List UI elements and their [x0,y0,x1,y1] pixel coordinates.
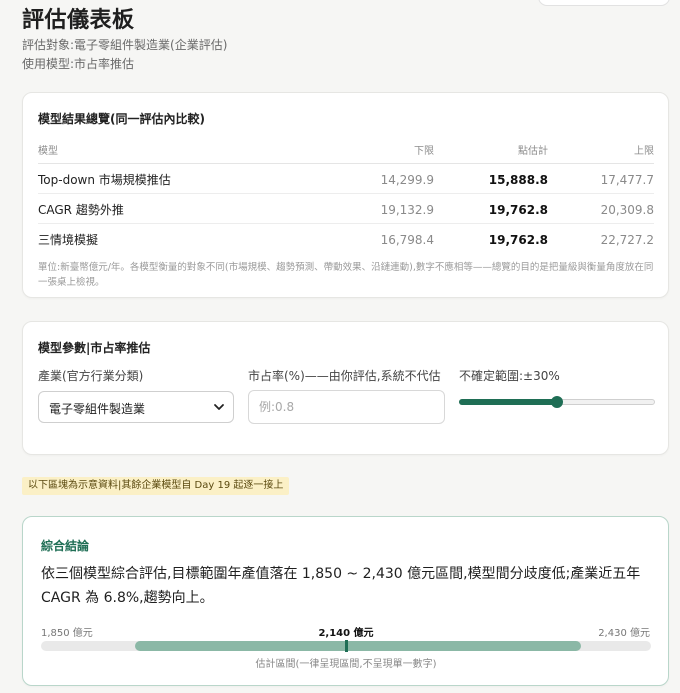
demo-notice-badge: 以下區塊為示意資料|其餘企業模型自 Day 19 起逐一接上 [22,477,290,495]
industry-field: 產業(官方行業分類) 電子零組件製造業 [38,368,234,423]
slider-thumb[interactable] [551,396,563,408]
estimate-range-bar [41,640,651,652]
column-header-model: 模型 [38,142,276,164]
industry-selected-value: 電子零組件製造業 [49,402,146,416]
uncertainty-field: 不確定範圍:±30% [459,368,655,408]
row-model-name: CAGR 趨勢外推 [38,193,276,224]
params-row: 產業(官方行業分類) 電子零組件製造業 市占率(%)——由你評估,系統不代估 不… [38,368,655,458]
table-row: Top-down 市場規模推估 14,299.9 15,888.8 17,477… [38,163,654,194]
table-row: CAGR 趨勢外推 19,132.9 19,762.8 20,309.8 [38,193,654,224]
share-input[interactable] [248,390,445,424]
top-control[interactable] [538,0,670,6]
uncertainty-label: 不確定範圍:±30% [459,369,560,383]
estimate-range-band [134,641,581,651]
column-header-low: 下限 [276,142,434,164]
row-high: 17,477.7 [548,163,654,194]
conclusion-title: 綜合結論 [41,539,90,553]
range-caption: 估計區間(一律呈現區間,不呈現單一數字) [255,659,437,670]
share-field: 市占率(%)——由你評估,系統不代估 [248,368,445,424]
conclusion-body: 依三個模型綜合評估,目標範圍年產值落在 1,850 ~ 2,430 億元區間,模… [41,566,641,606]
summary-table: 模型 下限 點估計 上限 Top-down 市場規模推估 14,299.9 15… [38,142,654,254]
range-high-label: 2,430 億元 [598,628,650,639]
point-estimate-marker [345,640,348,652]
params-title: 模型參數|市占率推估 [38,341,151,355]
chevron-down-icon [214,404,224,410]
row-point: 15,888.8 [434,163,548,194]
summary-card: 模型結果總覽(同一評估內比較) 模型 下限 點估計 上限 Top-down 市場… [22,92,669,298]
range-labels: 1,850 億元 2,140 億元 2,430 億元 [41,624,650,639]
model-used: 使用模型:市占率推估 [22,57,135,71]
table-header-row: 模型 下限 點估計 上限 [38,142,654,164]
row-low: 16,798.4 [380,232,434,247]
row-low: 19,132.9 [276,193,434,224]
range-low-label: 1,850 億元 [41,628,93,639]
column-header-point: 點估計 [434,142,548,164]
row-high: 22,727.2 [600,232,654,247]
row-point: 19,762.8 [488,232,548,247]
slider-fill [459,399,557,405]
industry-label: 產業(官方行業分類) [38,369,144,383]
params-card: 模型參數|市占率推估 產業(官方行業分類) 電子零組件製造業 市占率(%)——由… [22,321,669,455]
uncertainty-slider[interactable] [459,396,655,408]
row-low: 14,299.9 [276,163,434,194]
summary-title: 模型結果總覽(同一評估內比較) [38,112,205,126]
row-model-name: 三情境模擬 [38,233,99,248]
page-header: 評估儀表板 評估對象:電子零組件製造業(企業評估) 使用模型:市占率推估 [22,2,227,71]
evaluation-target: 評估對象:電子零組件製造業(企業評估) [22,38,228,52]
range-point-label: 2,140 億元 [318,628,374,639]
table-row: 三情境模擬 16,798.4 19,762.8 22,727.2 [38,224,654,254]
summary-note: 單位:新臺幣億元/年。各模型衡量的對象不同(市場規模、趨勢預測、帶動效果、沿鏈連… [38,261,654,288]
conclusion-card: 綜合結論 依三個模型綜合評估,目標範圍年產值落在 1,850 ~ 2,430 億… [22,516,669,686]
row-point: 19,762.8 [434,193,548,224]
industry-select[interactable]: 電子零組件製造業 [38,391,234,423]
row-model-name: Top-down 市場規模推估 [38,163,276,194]
page-title: 評估儀表板 [22,8,135,33]
row-high: 20,309.8 [548,193,654,224]
share-label: 市占率(%)——由你評估,系統不代估 [248,369,441,383]
column-header-high: 上限 [548,142,654,164]
